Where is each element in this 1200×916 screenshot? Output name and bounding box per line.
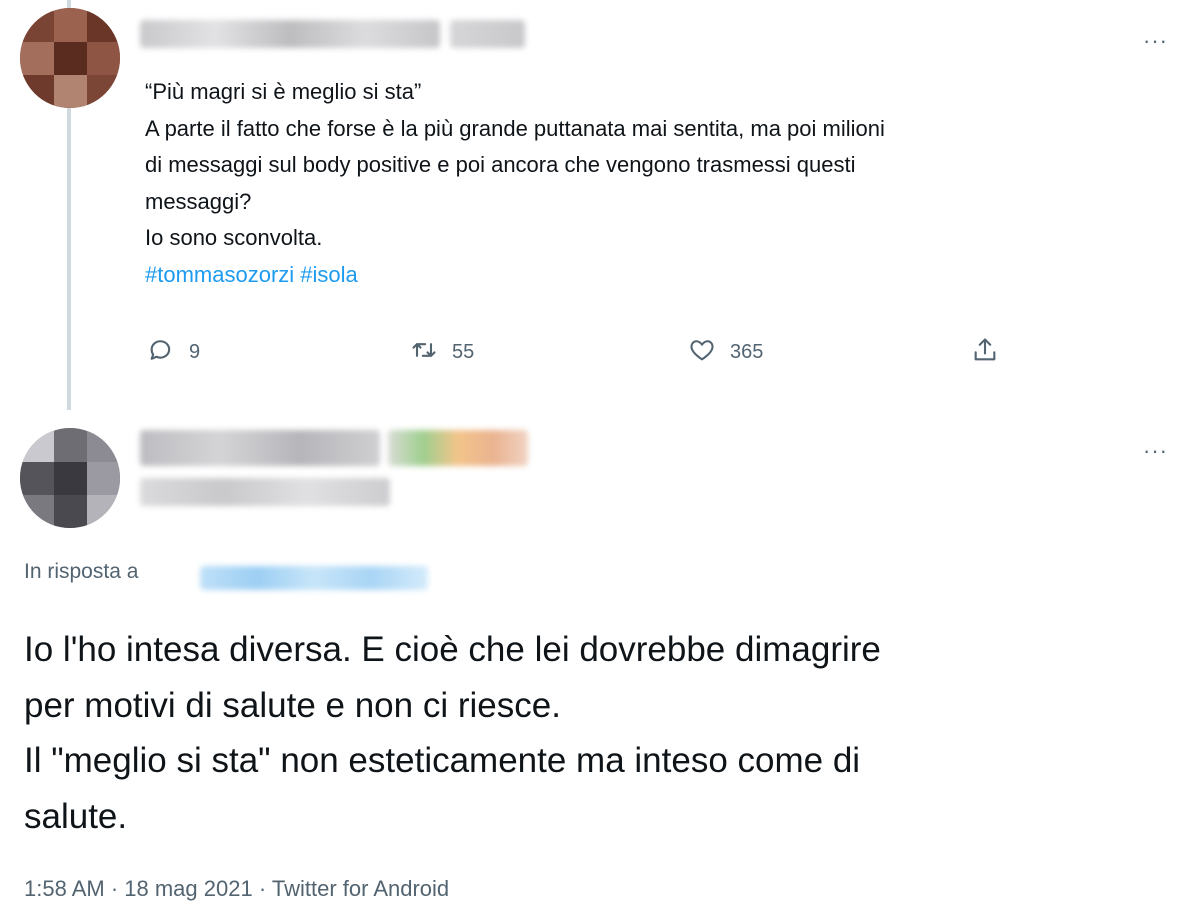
tweet-text: Io l'ho intesa diversa. E cioè che lei d…: [24, 622, 1184, 844]
redacted-user-name[interactable]: [140, 430, 380, 466]
tweet-line: Il "meglio si sta" non esteticamente ma …: [24, 741, 861, 780]
share-button[interactable]: [971, 336, 999, 369]
redacted-user-name[interactable]: [140, 20, 440, 48]
redacted-user-handle[interactable]: [450, 20, 525, 48]
like-button[interactable]: 365: [688, 336, 763, 369]
tweet-line: A parte il fatto che forse è la più gran…: [145, 115, 885, 141]
tweet-action-bar: 9 55 365: [145, 336, 1145, 376]
hashtags-line: #tommasozorzi #isola: [145, 257, 1155, 294]
reply-context: In risposta a: [24, 560, 138, 584]
reply-prefix: In risposta a: [24, 560, 139, 583]
retweet-count: 55: [452, 341, 475, 363]
redacted-user-handle[interactable]: [140, 478, 390, 506]
heart-icon: [688, 336, 716, 369]
tweet-timestamp-source[interactable]: 1:58 AM · 18 mag 2021 · Twitter for Andr…: [24, 876, 449, 902]
redacted-name-emojis: [388, 430, 528, 466]
tweet-line: salute.: [24, 796, 128, 836]
more-options-icon[interactable]: ···: [1143, 440, 1168, 462]
speech-bubble-icon: [147, 336, 175, 369]
share-upload-icon: [971, 336, 999, 369]
tweet-line: “Più magri si è meglio si sta”: [145, 79, 422, 104]
retweet-button[interactable]: 55: [410, 336, 474, 369]
hashtag-link[interactable]: #tommasozorzi: [145, 262, 294, 287]
tweet-line: per motivi di salute e non ci riesce.: [24, 685, 561, 725]
tweet-line: messaggi?: [145, 188, 252, 214]
tweet-line: Io sono sconvolta.: [145, 225, 323, 250]
avatar[interactable]: [20, 8, 120, 108]
reply-button[interactable]: 9: [147, 336, 200, 369]
tweet-text: “Più magri si è meglio si sta” A parte i…: [145, 74, 1155, 293]
more-options-icon[interactable]: ···: [1143, 30, 1168, 52]
redacted-reply-handle-link[interactable]: [200, 566, 428, 590]
avatar[interactable]: [20, 428, 120, 528]
retweet-icon: [410, 336, 438, 369]
like-count: 365: [730, 341, 764, 363]
tweet-line: Io l'ho intesa diversa. E cioè che lei d…: [24, 630, 881, 669]
hashtag-link[interactable]: #isola: [300, 262, 357, 287]
reply-count: 9: [189, 341, 201, 363]
tweet-line: di messaggi sul body positive e poi anco…: [145, 152, 856, 177]
